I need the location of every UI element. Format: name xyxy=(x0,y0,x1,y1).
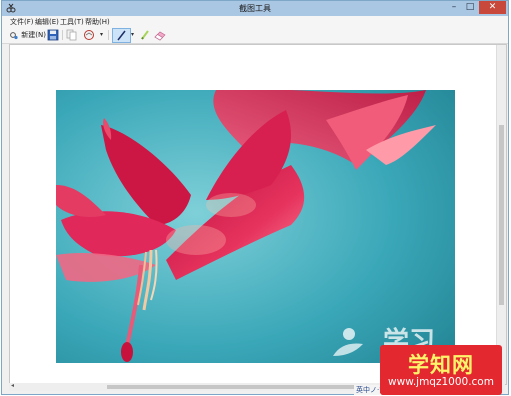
watermark-logo-title: 学知网 xyxy=(408,353,474,377)
pen-dropdown-icon[interactable]: ▾ xyxy=(131,29,137,41)
scroll-left-icon[interactable]: ◂ xyxy=(11,382,14,389)
watermark-logo-url: www.jmqz1000.com xyxy=(388,376,494,388)
menu-bar: 文件(F) 编辑(E) 工具(T) 帮助(H) xyxy=(2,16,508,27)
horizontal-scroll-thumb[interactable] xyxy=(107,385,357,389)
vertical-scrollbar[interactable] xyxy=(496,45,506,384)
menu-file[interactable]: 文件(F) xyxy=(10,17,34,27)
pen-icon[interactable] xyxy=(112,28,131,43)
maximize-button[interactable]: □ xyxy=(462,1,478,14)
minimize-button[interactable]: – xyxy=(446,1,462,14)
highlighter-icon[interactable] xyxy=(139,29,151,41)
toolbar-separator xyxy=(108,30,109,40)
watermark-badge: 学知网 www.jmqz1000.com xyxy=(380,345,502,395)
title-bar: 截图工具 – □ ✕ xyxy=(2,1,508,17)
menu-edit[interactable]: 编辑(E) xyxy=(35,17,59,27)
menu-help[interactable]: 帮助(H) xyxy=(85,17,110,27)
eraser-icon[interactable] xyxy=(153,29,167,41)
window-title: 截图工具 xyxy=(239,4,271,13)
new-snip-icon xyxy=(10,31,18,39)
close-button[interactable]: ✕ xyxy=(479,1,506,14)
menu-tools[interactable]: 工具(T) xyxy=(60,17,84,27)
vertical-scroll-thumb[interactable] xyxy=(499,125,504,305)
